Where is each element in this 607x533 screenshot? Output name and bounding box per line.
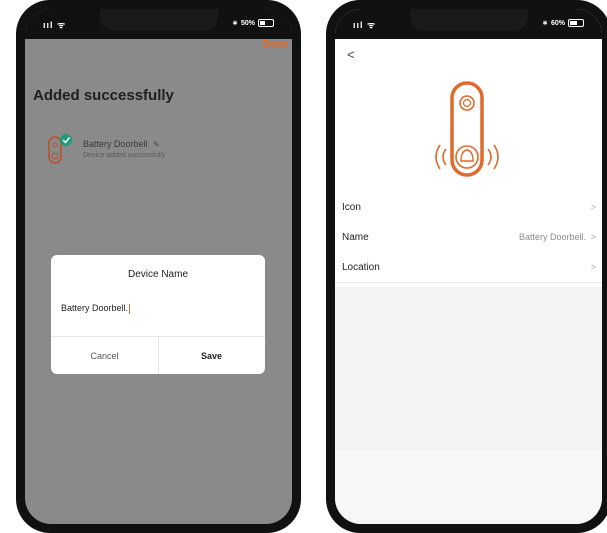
phone-left: ııl ᯤ ∗ 50% Done Added successfully Batt…: [16, 0, 301, 533]
device-status: Device added successfully: [83, 152, 166, 159]
chevron-right-icon: >: [590, 202, 596, 212]
notch: [99, 9, 218, 31]
back-button[interactable]: <: [347, 47, 355, 62]
settings-row-icon[interactable]: Icon >: [335, 192, 602, 223]
battery-status: ∗ 50%: [232, 19, 274, 27]
status-bar: ııl ᯤ ∗ 60%: [335, 9, 602, 39]
device-name: Battery Doorbell: [83, 139, 148, 149]
row-value: Battery Doorbell.: [518, 232, 586, 242]
device-name-input-value: Battery Doorbell.: [61, 303, 129, 313]
battery-text: 60%: [550, 19, 565, 27]
screen-right: ııl ᯤ ∗ 60% < Icon > Name Battery Doorbe…: [335, 9, 602, 524]
battery-icon: [568, 19, 584, 27]
device-list-item[interactable]: Battery Doorbell ✎ Device added successf…: [47, 133, 166, 171]
battery-icon: [258, 19, 274, 27]
bluetooth-icon: ∗: [232, 20, 238, 27]
phone-right: ııl ᯤ ∗ 60% < Icon > Name Battery Doorbe…: [326, 0, 607, 533]
battery-text: 50%: [240, 19, 255, 27]
bluetooth-icon: ∗: [542, 20, 548, 27]
row-label: Location: [342, 261, 380, 273]
doorbell-icon: [47, 133, 72, 171]
dialog-title: Device Name: [127, 269, 189, 280]
screen-left: ııl ᯤ ∗ 50% Done Added successfully Batt…: [25, 9, 292, 524]
row-label: Icon: [342, 201, 361, 213]
text-caret: [129, 303, 131, 314]
chevron-right-icon: >: [590, 262, 596, 272]
notch: [409, 9, 528, 31]
signal-wifi-icon: ııl ᯤ: [43, 20, 67, 30]
edit-icon[interactable]: ✎: [153, 140, 160, 149]
empty-area: [335, 287, 602, 451]
cancel-button[interactable]: Cancel: [51, 337, 158, 374]
device-name-dialog: Device Name Battery Doorbell. Cancel Sav…: [51, 255, 265, 374]
row-label: Name: [342, 231, 369, 243]
doorbell-icon: [428, 77, 508, 185]
chevron-right-icon: >: [590, 232, 596, 242]
done-button[interactable]: Done: [263, 39, 288, 50]
empty-area: [335, 451, 602, 524]
settings-row-name[interactable]: Name Battery Doorbell. >: [335, 222, 602, 253]
page-title: Added successfully: [33, 87, 174, 104]
settings-row-location[interactable]: Location >: [335, 252, 602, 283]
battery-status: ∗ 60%: [542, 19, 584, 27]
signal-wifi-icon: ııl ᯤ: [353, 20, 377, 30]
status-bar: ııl ᯤ ∗ 50%: [25, 9, 292, 39]
save-button[interactable]: Save: [158, 337, 265, 374]
device-name-input[interactable]: Battery Doorbell.: [61, 303, 255, 314]
